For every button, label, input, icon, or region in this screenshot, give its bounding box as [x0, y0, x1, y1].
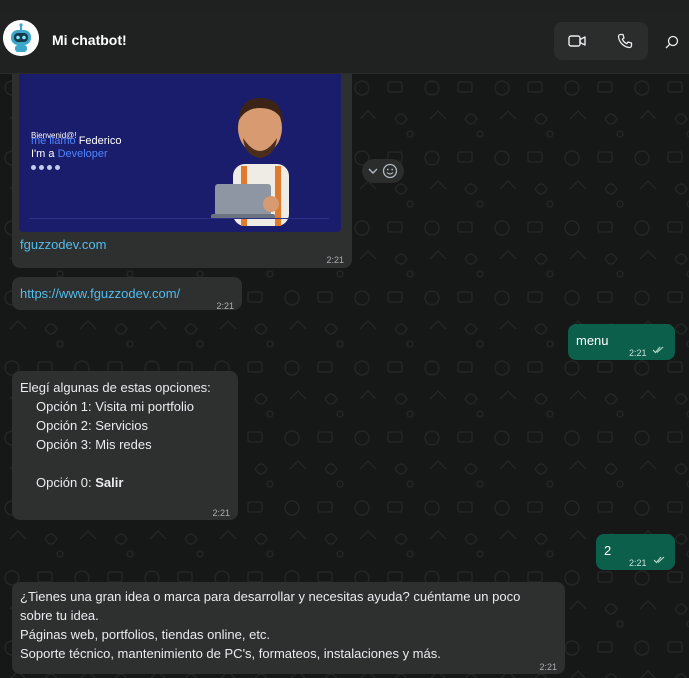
outgoing-message-bubble[interactable]: menu 2:21 [568, 324, 675, 360]
chevron-down-icon[interactable] [368, 167, 378, 175]
outgoing-message-bubble[interactable]: 2 2:21 [596, 534, 675, 570]
search-button[interactable] [660, 30, 684, 54]
chat-header: Mi chatbot! [0, 10, 689, 74]
preview-role-line: I'm a Developer [31, 148, 108, 160]
option-2: Opción 2: Servicios [36, 418, 148, 433]
search-icon [665, 35, 679, 49]
phone-icon [617, 33, 633, 49]
preview-site-link[interactable]: fguzzodev.com [20, 235, 106, 254]
services-message-bubble[interactable]: ¿Tienes una gran idea o marca para desar… [12, 582, 565, 674]
options-message-bubble[interactable]: Elegí algunas de estas opciones: Opción … [12, 371, 238, 520]
option-3: Opción 3: Mis redes [36, 437, 152, 452]
link-preview-image[interactable]: Bienvenid@! me llamo Federico I'm a Deve… [19, 74, 341, 232]
message-time: 2:21 [216, 301, 234, 311]
message-time: 2:21 [539, 662, 557, 672]
double-check-icon [652, 346, 664, 354]
developer-illustration [211, 98, 289, 226]
services-text: ¿Tienes una gran idea o marca para desar… [20, 587, 560, 663]
services-line-1: ¿Tienes una gran idea o marca para desar… [20, 589, 521, 604]
link-message-bubble[interactable]: https://www.fguzzodev.com/ 2:21 [12, 277, 242, 311]
message-time: 2:21 [326, 255, 344, 265]
message-actions-pill[interactable] [362, 159, 404, 183]
message-text: menu [576, 333, 609, 348]
services-line-2: sobre tu idea. [20, 608, 99, 623]
preview-name-line: me llamo Federico [31, 135, 122, 147]
window-top-strip [0, 0, 689, 10]
options-text: Elegí algunas de estas opciones: Opción … [20, 378, 235, 492]
options-intro: Elegí algunas de estas opciones: [20, 380, 211, 395]
option-0: Opción 0: Salir [36, 475, 124, 490]
chat-title: Mi chatbot! [52, 32, 127, 48]
preview-social-icons [31, 165, 60, 170]
video-call-button[interactable] [554, 22, 600, 60]
message-time: 2:21 [629, 348, 647, 358]
message-link[interactable]: https://www.fguzzodev.com/ [20, 284, 180, 303]
services-line-4: Soporte técnico, mantenimiento de PC's, … [20, 646, 441, 661]
services-line-3: Páginas web, portfolios, tiendas online,… [20, 627, 271, 642]
video-camera-icon [568, 35, 586, 47]
call-button-group [554, 22, 648, 60]
message-time: 2:21 [629, 558, 647, 568]
message-text: 2 [604, 543, 612, 558]
message-time: 2:21 [212, 508, 230, 518]
robot-avatar-icon[interactable] [3, 20, 39, 56]
voice-call-button[interactable] [602, 22, 648, 60]
emoji-icon[interactable] [382, 163, 398, 179]
link-preview-bubble[interactable]: Bienvenid@! me llamo Federico I'm a Deve… [12, 74, 352, 268]
option-1: Opción 1: Visita mi portfolio [36, 399, 194, 414]
chat-area: Bienvenid@! me llamo Federico I'm a Deve… [0, 74, 689, 678]
double-check-icon [653, 556, 665, 564]
preview-footer-bar [29, 218, 329, 225]
